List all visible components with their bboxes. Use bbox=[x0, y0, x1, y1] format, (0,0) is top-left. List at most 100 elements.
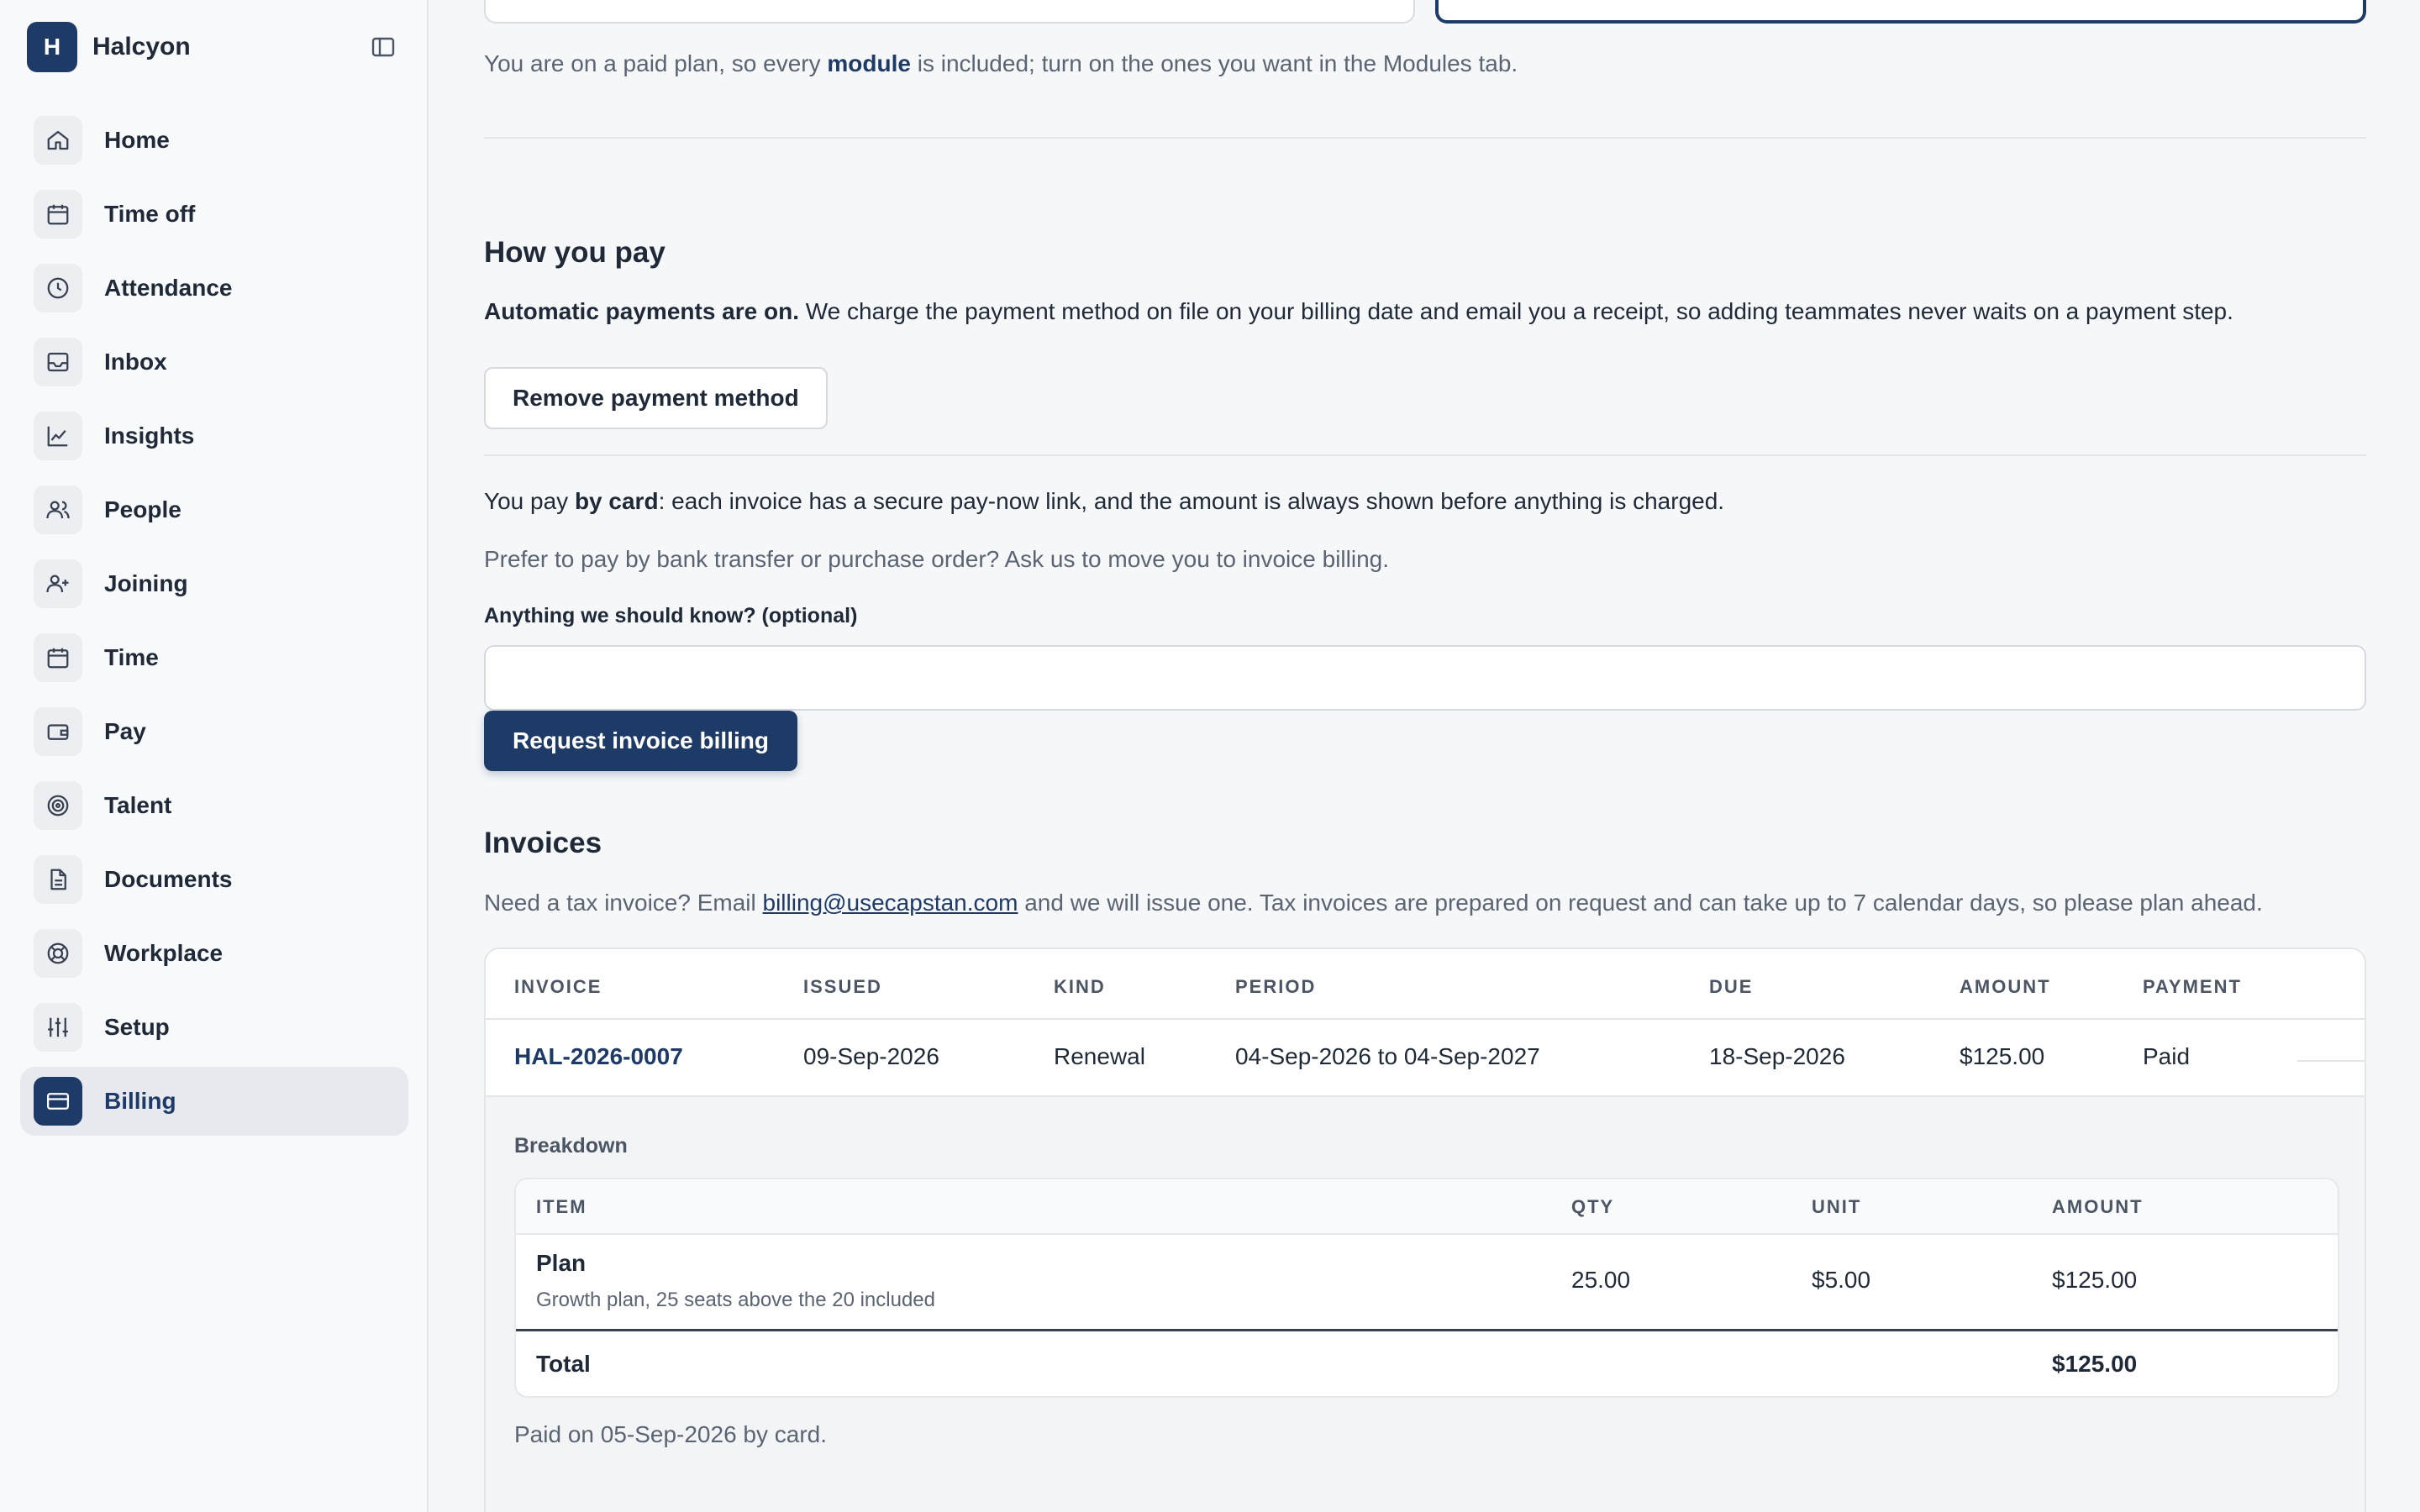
column-header: ISSUED bbox=[803, 976, 882, 997]
chart-line-icon bbox=[34, 412, 82, 460]
invoices-table: INVOICE ISSUED KIND PERIOD DUE AMOUNT PA… bbox=[484, 948, 2366, 1512]
section-divider bbox=[484, 454, 2366, 456]
breakdown-item-unit: $5.00 bbox=[1812, 1267, 1871, 1293]
breakdown-item-name: Plan bbox=[536, 1250, 587, 1276]
home-icon bbox=[34, 116, 82, 165]
sidebar-item-workplace[interactable]: Workplace bbox=[20, 919, 408, 988]
card-payment-text: You pay bbox=[484, 488, 575, 514]
sidebar-nav: Home Time off Attendance Inbox Insights bbox=[20, 106, 408, 1141]
sidebar-item-label: Setup bbox=[104, 1014, 170, 1040]
sidebar-item-documents[interactable]: Documents bbox=[20, 845, 408, 914]
section-divider bbox=[484, 137, 2366, 139]
column-header: QTY bbox=[1571, 1196, 1615, 1217]
tax-invoice-text: and we will issue one. Tax invoices are … bbox=[1018, 890, 2263, 916]
sidebar-item-label: People bbox=[104, 496, 182, 522]
plan-option-card[interactable] bbox=[484, 0, 1415, 24]
breakdown-title: Breakdown bbox=[514, 1134, 628, 1158]
column-header: AMOUNT bbox=[1960, 976, 2051, 997]
credit-card-icon bbox=[34, 1077, 82, 1126]
invoice-due: 18-Sep-2026 bbox=[1709, 1043, 1845, 1069]
sidebar-item-insights[interactable]: Insights bbox=[20, 402, 408, 470]
column-header: ITEM bbox=[536, 1196, 587, 1217]
invoice-billing-note: Prefer to pay by bank transfer or purcha… bbox=[484, 546, 1390, 572]
invoice-id-link[interactable]: HAL-2026-0007 bbox=[514, 1043, 683, 1070]
document-icon bbox=[34, 855, 82, 904]
sidebar-item-label: Home bbox=[104, 127, 170, 153]
sidebar-item-talent[interactable]: Talent bbox=[20, 771, 408, 840]
breakdown-item-amount: $125.00 bbox=[2052, 1267, 2138, 1293]
sidebar-item-setup[interactable]: Setup bbox=[20, 993, 408, 1062]
sidebar-item-joining[interactable]: Joining bbox=[20, 549, 408, 618]
calendar-icon bbox=[34, 190, 82, 239]
paid-note: Paid on 05-Sep-2026 by card. bbox=[514, 1421, 828, 1447]
notes-field-label: Anything we should know? (optional) bbox=[484, 604, 858, 627]
users-icon bbox=[34, 486, 82, 534]
sidebar-item-label: Billing bbox=[104, 1088, 176, 1114]
sidebar-item-label: Talent bbox=[104, 792, 172, 818]
remove-payment-method-button[interactable]: Remove payment method bbox=[484, 367, 828, 429]
tax-invoice-note: Need a tax invoice? Email billing@usecap… bbox=[484, 888, 2263, 918]
plan-note-text: You are on a paid plan, so every bbox=[484, 50, 828, 76]
how-you-pay-title: How you pay bbox=[484, 236, 666, 269]
breakdown-item-desc: Growth plan, 25 seats above the 20 inclu… bbox=[536, 1289, 935, 1311]
sidebar-item-people[interactable]: People bbox=[20, 475, 408, 544]
row-divider bbox=[2297, 1060, 2365, 1062]
breakdown-total-amount: $125.00 bbox=[2052, 1351, 2138, 1377]
billing-email-link[interactable]: billing@usecapstan.com bbox=[763, 890, 1018, 916]
wallet-icon bbox=[34, 707, 82, 756]
breakdown-table: ITEM QTY UNIT AMOUNT Plan Growth plan, 2… bbox=[514, 1178, 2339, 1398]
clock-icon bbox=[34, 264, 82, 312]
sidebar-item-inbox[interactable]: Inbox bbox=[20, 328, 408, 396]
sidebar: H Halcyon Home Time off Attendance Inbox… bbox=[0, 0, 429, 1512]
invoice-payment-status: Paid bbox=[2143, 1043, 2191, 1069]
sidebar-item-time[interactable]: Time bbox=[20, 623, 408, 692]
invoice-period: 04-Sep-2026 to 04-Sep-2027 bbox=[1235, 1043, 1540, 1069]
breakdown-item-qty: 25.00 bbox=[1571, 1267, 1631, 1293]
autopay-status-bold: Automatic payments are on. bbox=[484, 298, 799, 324]
request-invoice-billing-button[interactable]: Request invoice billing bbox=[484, 711, 797, 771]
plan-note-text: is included; turn on the ones you want i… bbox=[910, 50, 1518, 76]
brand-logo: H bbox=[27, 22, 77, 72]
plan-note-emphasis: module bbox=[827, 50, 911, 76]
sidebar-item-time-off[interactable]: Time off bbox=[20, 180, 408, 249]
sidebar-item-label: Pay bbox=[104, 718, 146, 744]
brand[interactable]: H Halcyon bbox=[27, 22, 191, 72]
breakdown-total-label: Total bbox=[536, 1351, 591, 1377]
invoices-table-header: INVOICE ISSUED KIND PERIOD DUE AMOUNT PA… bbox=[486, 949, 2365, 1020]
column-header: AMOUNT bbox=[2052, 1196, 2144, 1217]
autopay-status: Automatic payments are on. We charge the… bbox=[484, 297, 2233, 327]
plan-option-card-selected[interactable] bbox=[1435, 0, 2366, 24]
tax-invoice-text: Need a tax invoice? Email bbox=[484, 890, 763, 916]
lifebuoy-icon bbox=[34, 929, 82, 978]
column-header: KIND bbox=[1054, 976, 1106, 997]
total-divider bbox=[516, 1329, 2338, 1331]
breakdown-table-header: ITEM QTY UNIT AMOUNT bbox=[516, 1179, 2338, 1235]
plan-note: You are on a paid plan, so every module … bbox=[484, 49, 1518, 79]
calendar-icon bbox=[34, 633, 82, 682]
table-row[interactable]: HAL-2026-0007 09-Sep-2026 Renewal 04-Sep… bbox=[486, 1020, 2365, 1097]
user-plus-icon bbox=[34, 559, 82, 608]
sidebar-item-home[interactable]: Home bbox=[20, 106, 408, 175]
card-payment-note: You pay by card: each invoice has a secu… bbox=[484, 486, 1724, 517]
invoices-title: Invoices bbox=[484, 827, 602, 859]
sidebar-item-label: Insights bbox=[104, 423, 195, 449]
sidebar-toggle-button[interactable] bbox=[366, 32, 400, 62]
notes-input[interactable] bbox=[484, 645, 2366, 711]
column-header: UNIT bbox=[1812, 1196, 1862, 1217]
sidebar-item-pay[interactable]: Pay bbox=[20, 697, 408, 766]
sliders-icon bbox=[34, 1003, 82, 1052]
sidebar-item-attendance[interactable]: Attendance bbox=[20, 254, 408, 323]
card-payment-bold: by card bbox=[574, 488, 659, 514]
autopay-status-text: We charge the payment method on file on … bbox=[798, 298, 2233, 324]
card-payment-text: : each invoice has a secure pay-now link… bbox=[658, 488, 1725, 514]
target-icon bbox=[34, 781, 82, 830]
column-header: INVOICE bbox=[514, 976, 602, 997]
column-header: PERIOD bbox=[1235, 976, 1317, 997]
sidebar-item-label: Joining bbox=[104, 570, 188, 596]
sidebar-item-billing[interactable]: Billing bbox=[20, 1067, 408, 1136]
column-header: PAYMENT bbox=[2143, 976, 2242, 997]
invoice-amount: $125.00 bbox=[1960, 1043, 2045, 1069]
invoice-issued: 09-Sep-2026 bbox=[803, 1043, 939, 1069]
sidebar-item-label: Inbox bbox=[104, 349, 167, 375]
column-header: DUE bbox=[1709, 976, 1754, 997]
